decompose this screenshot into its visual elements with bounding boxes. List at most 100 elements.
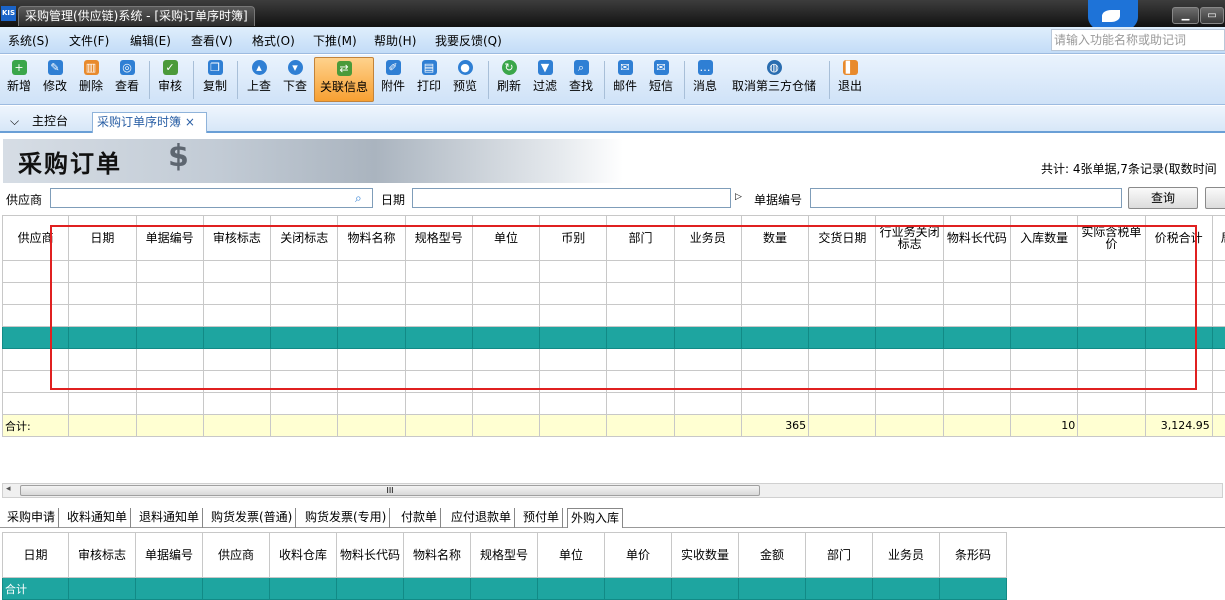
edit-button[interactable]: ✎修改 <box>40 57 70 102</box>
col-line-close-flag[interactable]: 行业务关闭标志 <box>876 216 943 261</box>
dcol-spec[interactable]: 规格型号 <box>471 533 538 578</box>
table-cell[interactable] <box>1145 327 1212 349</box>
mail-button[interactable]: ✉邮件 <box>610 57 640 102</box>
table-cell[interactable] <box>876 393 943 415</box>
table-cell[interactable] <box>203 393 270 415</box>
table-cell[interactable] <box>1010 305 1077 327</box>
tab-purchase-invoice-special[interactable]: 购货发票(专用) <box>302 508 390 528</box>
table-cell[interactable] <box>472 283 539 305</box>
table-cell[interactable] <box>271 305 338 327</box>
dcol-amount[interactable]: 金额 <box>739 533 806 578</box>
table-cell[interactable] <box>540 305 607 327</box>
menu-edit[interactable]: 编辑(E) <box>130 32 171 49</box>
table-cell[interactable] <box>1212 393 1225 415</box>
table-cell[interactable] <box>809 283 876 305</box>
col-unit[interactable]: 单位 <box>472 216 539 261</box>
col-close-flag[interactable]: 关闭标志 <box>271 216 338 261</box>
table-cell[interactable] <box>136 349 203 371</box>
table-cell[interactable] <box>876 283 943 305</box>
table-cell[interactable] <box>1145 371 1212 393</box>
delete-button[interactable]: ▥删除 <box>76 57 106 102</box>
table-cell[interactable] <box>809 305 876 327</box>
col-material-code[interactable]: 物料长代码 <box>943 216 1010 261</box>
table-cell[interactable] <box>338 327 405 349</box>
sms-button[interactable]: ✉短信 <box>646 57 676 102</box>
table-cell[interactable] <box>271 393 338 415</box>
tab-receipt-notice[interactable]: 收料通知单 <box>64 508 131 528</box>
minimize-button[interactable]: ▁ <box>1172 7 1199 24</box>
tab-home[interactable]: 主控台 <box>28 112 72 133</box>
table-cell[interactable] <box>674 283 741 305</box>
close-tab-icon[interactable]: × <box>185 115 195 129</box>
table-cell[interactable] <box>876 327 943 349</box>
table-cell[interactable] <box>338 261 405 283</box>
table-cell[interactable] <box>203 327 270 349</box>
table-cell[interactable] <box>472 261 539 283</box>
table-cell[interactable] <box>809 327 876 349</box>
table-cell[interactable] <box>472 327 539 349</box>
menu-view[interactable]: 查看(V) <box>191 32 233 49</box>
table-cell[interactable] <box>741 349 808 371</box>
scroll-left-icon[interactable]: ◂ <box>6 484 11 494</box>
table-cell[interactable] <box>338 283 405 305</box>
table-cell[interactable] <box>3 261 69 283</box>
table-cell[interactable] <box>3 393 69 415</box>
col-spec[interactable]: 规格型号 <box>405 216 472 261</box>
table-cell[interactable] <box>3 371 69 393</box>
table-cell[interactable] <box>136 371 203 393</box>
tab-payable-refund[interactable]: 应付退款单 <box>448 508 515 528</box>
approve-button[interactable]: ✓审核 <box>155 57 185 102</box>
table-cell[interactable] <box>338 393 405 415</box>
dcol-supplier[interactable]: 供应商 <box>203 533 270 578</box>
table-cell[interactable] <box>1010 327 1077 349</box>
table-cell[interactable] <box>809 393 876 415</box>
table-cell[interactable] <box>405 305 472 327</box>
table-cell[interactable] <box>271 371 338 393</box>
table-cell[interactable] <box>540 327 607 349</box>
table-cell[interactable] <box>3 283 69 305</box>
tab-prepayment[interactable]: 预付单 <box>520 508 563 528</box>
table-cell[interactable] <box>876 371 943 393</box>
menu-push-down[interactable]: 下推(M) <box>313 32 357 49</box>
refresh-button[interactable]: ↻刷新 <box>494 57 524 102</box>
table-cell[interactable] <box>405 327 472 349</box>
col-extra[interactable]: 局 <box>1212 216 1225 261</box>
table-cell[interactable] <box>271 261 338 283</box>
table-cell[interactable] <box>203 283 270 305</box>
supplier-input[interactable] <box>50 188 373 208</box>
table-cell[interactable] <box>405 349 472 371</box>
find-button[interactable]: ⌕查找 <box>566 57 596 102</box>
col-quantity[interactable]: 数量 <box>741 216 808 261</box>
table-cell[interactable] <box>674 371 741 393</box>
table-cell[interactable] <box>3 327 69 349</box>
menu-feedback[interactable]: 我要反馈(Q) <box>435 32 502 49</box>
table-cell[interactable] <box>540 283 607 305</box>
trace-up-button[interactable]: ▴上查 <box>244 57 274 102</box>
restore-button[interactable]: ▭ <box>1200 7 1224 24</box>
table-cell[interactable] <box>472 393 539 415</box>
table-cell[interactable] <box>405 371 472 393</box>
col-salesperson[interactable]: 业务员 <box>674 216 741 261</box>
horizontal-scrollbar[interactable]: ◂ III <box>2 483 1223 498</box>
table-cell[interactable] <box>136 327 203 349</box>
dcol-date[interactable]: 日期 <box>3 533 69 578</box>
table-cell[interactable] <box>1010 371 1077 393</box>
function-search-input[interactable]: 请输入功能名称或助记词 <box>1051 29 1225 51</box>
table-cell[interactable] <box>1078 283 1145 305</box>
table-row[interactable] <box>3 393 1225 415</box>
col-material-name[interactable]: 物料名称 <box>338 216 405 261</box>
table-cell[interactable] <box>1212 349 1225 371</box>
table-cell[interactable] <box>136 393 203 415</box>
menu-help[interactable]: 帮助(H) <box>374 32 416 49</box>
table-row[interactable] <box>3 371 1225 393</box>
table-cell[interactable] <box>1010 349 1077 371</box>
table-cell[interactable] <box>809 349 876 371</box>
table-row[interactable] <box>3 305 1225 327</box>
table-cell[interactable] <box>741 327 808 349</box>
table-cell[interactable] <box>1010 261 1077 283</box>
table-cell[interactable] <box>607 261 674 283</box>
table-cell[interactable] <box>203 349 270 371</box>
table-cell[interactable] <box>338 305 405 327</box>
table-cell[interactable] <box>876 349 943 371</box>
table-cell[interactable] <box>809 261 876 283</box>
